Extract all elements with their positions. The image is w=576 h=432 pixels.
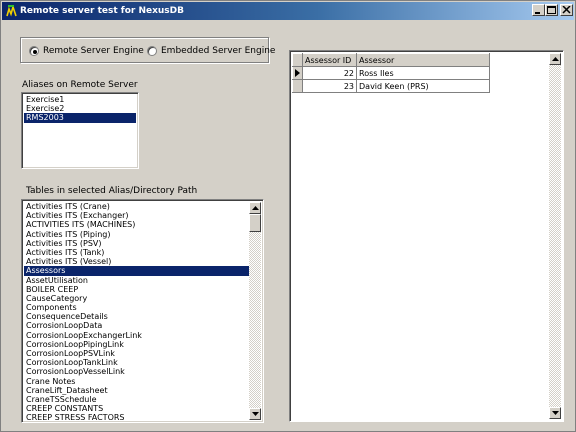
table-row[interactable]: 22 Ross Iles	[292, 66, 490, 80]
app-icon	[6, 5, 17, 17]
assessor-name-cell[interactable]: David Keen (PRS)	[356, 79, 490, 93]
window-title: Remote server test for NexusDB	[20, 6, 184, 16]
table-item[interactable]: AssetUtilisation	[24, 276, 249, 285]
close-button[interactable]	[560, 4, 573, 16]
table-item[interactable]: Activities ITS (Piping)	[24, 230, 249, 239]
column-header-assessor[interactable]: Assessor	[356, 53, 490, 67]
table-item[interactable]: CREEP STRESS FACTORS	[24, 413, 249, 422]
assessor-id-cell[interactable]: 23	[302, 79, 357, 93]
table-item[interactable]: Activities ITS (Vessel)	[24, 257, 249, 266]
table-item[interactable]: Components	[24, 303, 249, 312]
title-bar[interactable]: Remote server test for NexusDB	[2, 2, 574, 20]
main-window: Remote server test for NexusDB Remote Se…	[0, 0, 576, 432]
table-item[interactable]: CorrosionLoopTankLink	[24, 358, 249, 367]
table-item[interactable]: CorrosionLoopData	[24, 321, 249, 330]
table-row[interactable]: 23 David Keen (PRS)	[292, 79, 490, 93]
tables-listbox[interactable]: Activities ITS (Crane) Activities ITS (Ex…	[21, 199, 264, 423]
table-item[interactable]: Assessors	[24, 266, 249, 276]
minimize-button[interactable]	[532, 4, 545, 16]
arrow-up-icon	[252, 206, 259, 210]
grid-corner-cell	[292, 53, 303, 67]
table-item[interactable]: CorrosionLoopPipingLink	[24, 340, 249, 349]
close-icon	[562, 6, 571, 14]
table-item[interactable]: Crane Notes	[24, 377, 249, 386]
table-item[interactable]: CorrosionLoopVesselLink	[24, 367, 249, 376]
table-item[interactable]: BOILER CEEP	[24, 285, 249, 294]
scroll-up-button[interactable]	[549, 53, 561, 65]
alias-item[interactable]: Exercise2	[24, 104, 136, 113]
tables-list: Activities ITS (Crane) Activities ITS (Ex…	[24, 202, 249, 422]
assessor-name-cell[interactable]: Ross Iles	[356, 66, 490, 80]
arrow-down-icon	[552, 411, 559, 415]
scroll-up-button[interactable]	[249, 202, 261, 214]
radio-selected-dot	[33, 50, 37, 54]
table-item[interactable]: CorrosionLoopPSVLink	[24, 349, 249, 358]
scroll-down-button[interactable]	[249, 408, 261, 420]
aliases-list: Exercise1 Exercise2 RMS2003	[24, 95, 136, 123]
maximize-icon	[547, 6, 556, 14]
engine-groupbox: Remote Server Engine Embedded Server Eng…	[20, 37, 275, 63]
assessor-id-cell[interactable]: 22	[302, 66, 357, 80]
embedded-engine-label: Embedded Server Engine	[161, 46, 276, 56]
maximize-button[interactable]	[545, 4, 558, 16]
grid-header-row: Assessor ID Assessor	[292, 53, 490, 67]
table-item[interactable]: Activities ITS (PSV)	[24, 239, 249, 248]
radio-circle	[147, 46, 157, 56]
arrow-up-icon	[552, 57, 559, 61]
tables-label: Tables in selected Alias/Directory Path	[26, 186, 198, 196]
minimize-icon	[535, 12, 540, 14]
table-item[interactable]: CraneTSSchedule	[24, 395, 249, 404]
scroll-thumb[interactable]	[249, 214, 261, 232]
aliases-label: Aliases on Remote Server	[22, 80, 138, 90]
assessors-grid[interactable]: Assessor ID Assessor 22 Ross Iles 23 David …	[289, 50, 564, 422]
table-item[interactable]: CauseCategory	[24, 294, 249, 303]
table-item[interactable]: CraneLift_Datasheet	[24, 386, 249, 395]
table-item[interactable]: Activities ITS (Crane)	[24, 202, 249, 211]
table-item[interactable]: CREEP CONSTANTS	[24, 404, 249, 413]
aliases-listbox[interactable]: Exercise1 Exercise2 RMS2003	[21, 92, 139, 169]
table-item[interactable]: Activities ITS (Exchanger)	[24, 211, 249, 220]
row-indicator[interactable]	[292, 79, 303, 93]
table-item[interactable]: ACTIVITIES ITS (MACHINES)	[24, 220, 249, 229]
table-item[interactable]: CorrosionLoopExchangerLink	[24, 331, 249, 340]
current-row-arrow-icon	[295, 69, 300, 77]
alias-item[interactable]: RMS2003	[24, 113, 136, 123]
grid-table: Assessor ID Assessor 22 Ross Iles 23 David …	[292, 53, 490, 93]
alias-item[interactable]: Exercise1	[24, 95, 136, 104]
column-header-assessor-id[interactable]: Assessor ID	[302, 53, 357, 67]
radio-circle	[29, 46, 39, 56]
remote-engine-label: Remote Server Engine	[43, 46, 144, 56]
grid-scrollbar[interactable]	[549, 53, 561, 419]
table-item[interactable]: ConsequenceDetails	[24, 312, 249, 321]
row-indicator[interactable]	[292, 66, 303, 80]
tables-scrollbar[interactable]	[249, 202, 261, 420]
scroll-down-button[interactable]	[549, 407, 561, 419]
arrow-down-icon	[252, 412, 259, 416]
table-item[interactable]: Activities ITS (Tank)	[24, 248, 249, 257]
